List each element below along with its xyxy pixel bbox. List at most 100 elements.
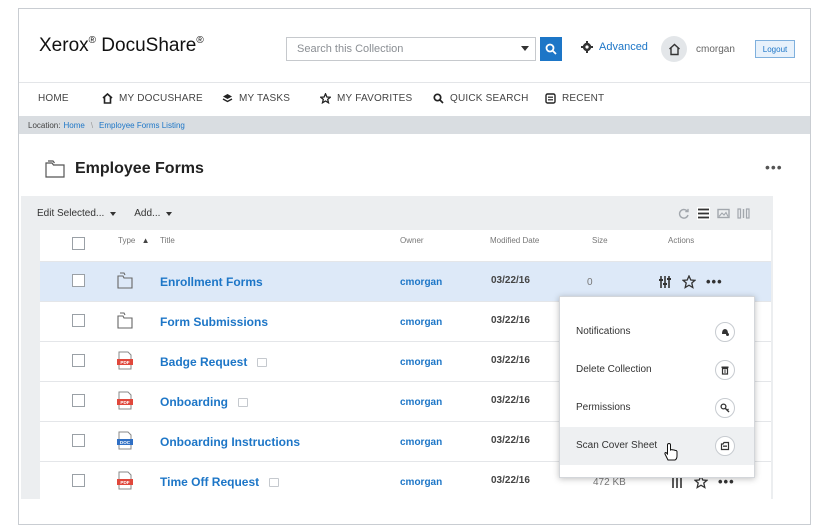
row-title-link[interactable]: Time Off Request <box>160 475 280 489</box>
nav-recent-label: RECENT <box>562 93 605 104</box>
pdf-file-icon: PDF <box>117 351 133 370</box>
svg-text:PDF: PDF <box>120 400 129 405</box>
row-checkbox[interactable] <box>72 434 85 447</box>
row-more-button[interactable]: ••• <box>706 274 723 289</box>
nav-my-docushare-label: MY DOCUSHARE <box>119 93 203 104</box>
page-more-button[interactable]: ••• <box>765 159 783 175</box>
search-button[interactable] <box>540 37 562 61</box>
column-header-actions: Actions <box>668 236 695 245</box>
nav-home[interactable]: HOME <box>38 93 69 104</box>
menu-item-label: Scan Cover Sheet <box>576 440 658 451</box>
list-view-icon[interactable] <box>697 207 710 220</box>
folder-icon <box>117 272 133 289</box>
nav-my-tasks[interactable]: MY TASKS <box>222 93 290 104</box>
star-icon <box>320 93 331 104</box>
chevron-down-icon <box>166 211 173 216</box>
avatar[interactable] <box>661 36 687 62</box>
properties-icon[interactable] <box>658 275 672 289</box>
copy-icon[interactable] <box>238 397 248 407</box>
row-date: 03/22/16 <box>491 435 530 446</box>
logout-button[interactable]: Logout <box>755 40 795 58</box>
hand-cursor-icon <box>664 442 678 461</box>
nav-quick-search[interactable]: QUICK SEARCH <box>433 93 529 104</box>
edit-selected-dropdown[interactable]: Edit Selected... <box>37 208 117 219</box>
row-date: 03/22/16 <box>491 475 530 486</box>
column-header-owner[interactable]: Owner <box>400 236 424 245</box>
bell-icon <box>715 322 735 342</box>
row-title: Onboarding <box>160 395 228 409</box>
menu-item-label: Notifications <box>576 326 631 337</box>
row-title-link[interactable]: Form Submissions <box>160 315 268 329</box>
chevron-down-icon <box>110 211 117 216</box>
row-checkbox[interactable] <box>72 274 85 287</box>
breadcrumb-current-link[interactable]: Employee Forms Listing <box>99 121 185 130</box>
nav-home-label: HOME <box>38 93 69 104</box>
menu-item-permissions[interactable]: Permissions <box>560 389 754 427</box>
row-title: Badge Request <box>160 355 248 369</box>
star-icon[interactable] <box>682 274 696 289</box>
brand-logo[interactable]: Xerox® DocuShare® <box>39 35 204 57</box>
row-owner-link[interactable]: cmorgan <box>400 477 442 488</box>
breadcrumb-separator: \ <box>90 120 94 130</box>
row-actions: ••• <box>658 274 723 289</box>
edit-selected-label: Edit Selected... <box>37 208 105 219</box>
layers-icon <box>222 94 233 103</box>
key-icon <box>715 398 735 418</box>
user-name[interactable]: cmorgan <box>696 44 735 55</box>
row-checkbox[interactable] <box>72 314 85 327</box>
page-title: Employee Forms <box>45 160 204 178</box>
row-owner-link[interactable]: cmorgan <box>400 357 442 368</box>
column-header-type[interactable]: Type ▲ <box>118 236 150 245</box>
search-scope-dropdown[interactable] <box>521 46 529 51</box>
search-box <box>286 37 536 61</box>
column-header-modified[interactable]: Modified Date <box>490 236 539 245</box>
advanced-search-link[interactable]: Advanced <box>581 41 648 53</box>
thumbnail-view-icon[interactable] <box>717 207 730 220</box>
row-title-link[interactable]: Onboarding Instructions <box>160 435 300 449</box>
brand-reg-mark: ® <box>88 35 97 46</box>
breadcrumb-prefix: Location: <box>28 120 61 130</box>
breadcrumb-home-link[interactable]: Home <box>63 121 84 130</box>
add-dropdown[interactable]: Add... <box>134 208 173 219</box>
row-owner-link[interactable]: cmorgan <box>400 317 442 328</box>
row-checkbox[interactable] <box>72 394 85 407</box>
row-title-link[interactable]: Onboarding <box>160 395 248 409</box>
table-row[interactable]: Enrollment Forms cmorgan 03/22/16 0 ••• <box>40 261 771 301</box>
row-title-link[interactable]: Enrollment Forms <box>160 275 263 289</box>
nav-recent[interactable]: RECENT <box>545 93 604 104</box>
brand-name: Xerox <box>39 35 89 56</box>
nav-my-docushare[interactable]: MY DOCUSHARE <box>102 93 203 104</box>
row-owner-link[interactable]: cmorgan <box>400 277 442 288</box>
sort-ascending-icon: ▲ <box>141 236 150 245</box>
gear-icon <box>581 41 593 53</box>
column-header-title[interactable]: Title <box>160 236 175 245</box>
row-title: Form Submissions <box>160 315 269 329</box>
copy-icon[interactable] <box>269 477 280 487</box>
svg-text:DOC: DOC <box>120 440 131 445</box>
select-all-checkbox[interactable] <box>72 237 85 250</box>
refresh-icon[interactable] <box>677 207 690 220</box>
menu-item-notifications[interactable]: Notifications <box>560 313 754 351</box>
nav-quick-search-label: QUICK SEARCH <box>450 93 529 104</box>
row-title: Onboarding Instructions <box>160 435 300 449</box>
search-input[interactable] <box>287 38 507 60</box>
column-header-size[interactable]: Size <box>592 236 608 245</box>
row-owner-link[interactable]: cmorgan <box>400 397 442 408</box>
menu-item-scan-cover-sheet[interactable]: Scan Cover Sheet <box>560 427 754 465</box>
row-actions-menu: Notifications Delete Collection Permissi… <box>559 296 755 478</box>
row-date: 03/22/16 <box>491 315 530 326</box>
row-title-link[interactable]: Badge Request <box>160 355 268 369</box>
svg-text:PDF: PDF <box>120 480 129 485</box>
menu-item-delete-collection[interactable]: Delete Collection <box>560 351 754 389</box>
column-view-icon[interactable] <box>737 207 750 220</box>
pdf-file-icon: PDF <box>117 471 133 490</box>
copy-icon[interactable] <box>257 357 268 367</box>
row-checkbox[interactable] <box>72 474 85 487</box>
row-owner-link[interactable]: cmorgan <box>400 437 442 448</box>
brand-reg-mark-2: ® <box>196 35 204 46</box>
row-checkbox[interactable] <box>72 354 85 367</box>
brand-product: DocuShare <box>96 35 197 56</box>
nav-my-favorites[interactable]: MY FAVORITES <box>320 93 412 104</box>
row-title: Time Off Request <box>160 475 260 489</box>
advanced-label: Advanced <box>599 41 648 53</box>
